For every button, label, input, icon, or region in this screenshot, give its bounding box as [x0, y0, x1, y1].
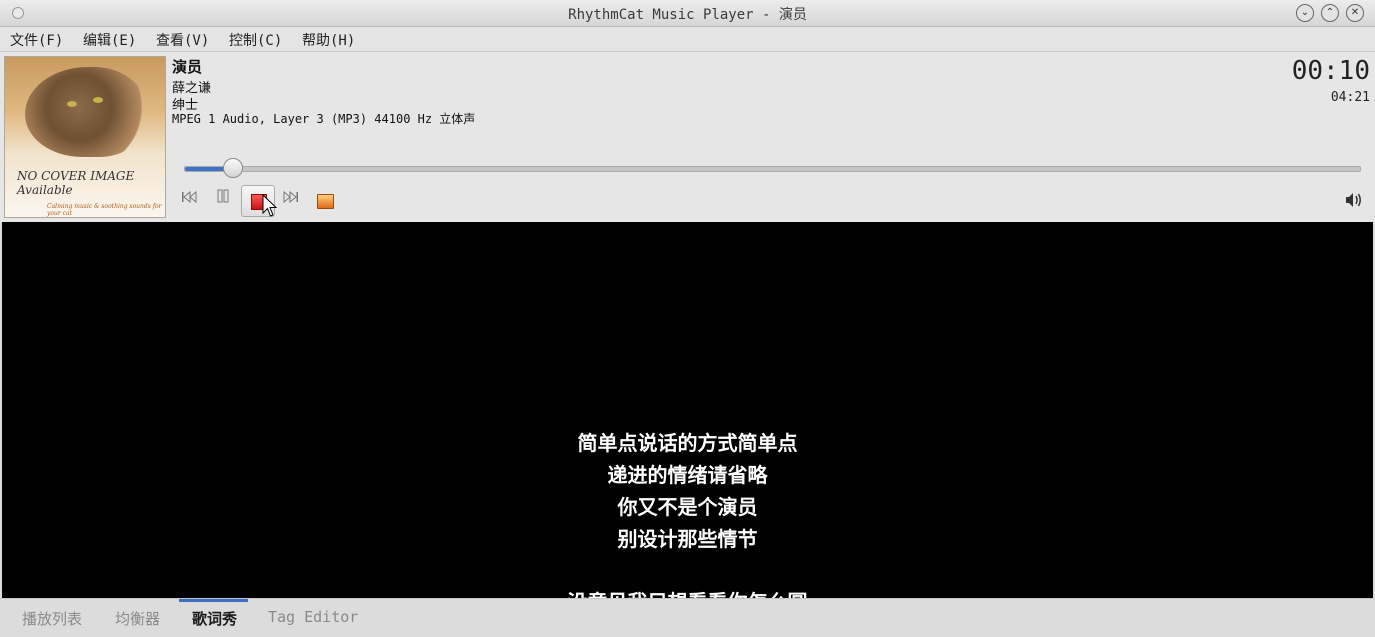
window-title: RhythmCat Music Player - 演员 [568, 7, 807, 23]
mouse-cursor-icon [262, 194, 278, 217]
tab-tag-editor[interactable]: Tag Editor [268, 608, 358, 626]
tab-lyrics[interactable]: 歌词秀 [192, 608, 237, 629]
lyric-line: 没意见我只想看看你怎么圆 [2, 586, 1373, 598]
player-panel: NO COVER IMAGE Available Calming music &… [0, 52, 1375, 222]
menu-view[interactable]: 查看(V) [156, 30, 209, 50]
tab-playlist[interactable]: 播放列表 [22, 608, 82, 629]
total-time: 04:21 [1330, 90, 1370, 105]
window-titlebar: RhythmCat Music Player - 演员 ⌄ ⌃ ✕ [0, 0, 1375, 27]
no-cover-line1: NO COVER IMAGE [17, 169, 135, 183]
album-cover: NO COVER IMAGE Available Calming music &… [4, 56, 166, 218]
close-icon[interactable]: ✕ [1346, 4, 1364, 22]
cat-eye-right [93, 97, 103, 103]
lyric-line: 递进的情绪请省略 [607, 463, 768, 487]
bottom-tab-bar: 播放列表 均衡器 歌词秀 Tag Editor [0, 598, 1375, 637]
track-format: MPEG 1 Audio, Layer 3 (MP3) 44100 Hz 立体声 [172, 112, 476, 126]
track-title: 演员 [172, 58, 203, 76]
pause-icon[interactable] [211, 188, 235, 212]
no-cover-text: NO COVER IMAGE Available [17, 169, 134, 197]
cat-image [25, 67, 145, 157]
previous-icon[interactable] [177, 188, 201, 212]
current-time: 00:10 [1291, 56, 1370, 86]
lyrics-view: 简单点说话的方式简单点 递进的情绪请省略 你又不是个演员 别设计那些情节 没意见… [2, 222, 1373, 598]
minimize-icon[interactable]: ⌄ [1296, 4, 1314, 22]
lyric-line: 别设计那些情节 [617, 527, 758, 551]
open-folder-icon[interactable] [317, 194, 334, 209]
tab-equalizer[interactable]: 均衡器 [115, 608, 160, 629]
menu-bar: 文件(F) 编辑(E) 查看(V) 控制(C) 帮助(H) [0, 27, 1375, 52]
lyric-line: 简单点说话的方式简单点 [577, 431, 798, 455]
menu-file[interactable]: 文件(F) [10, 30, 63, 50]
seek-slider[interactable] [184, 158, 1361, 178]
maximize-icon[interactable]: ⌃ [1321, 4, 1339, 22]
lyric-line: 你又不是个演员 [617, 495, 758, 519]
volume-icon[interactable] [1345, 192, 1363, 208]
cover-tagline: Calming music & soothing sounds for your… [47, 203, 162, 217]
menu-help[interactable]: 帮助(H) [302, 30, 355, 50]
seek-handle[interactable] [223, 158, 243, 178]
menu-control[interactable]: 控制(C) [229, 30, 282, 50]
active-tab-indicator [179, 599, 248, 602]
menu-edit[interactable]: 编辑(E) [83, 30, 136, 50]
next-icon[interactable] [279, 188, 303, 212]
no-cover-line2: Available [17, 183, 73, 197]
cat-eye-left [67, 101, 77, 107]
